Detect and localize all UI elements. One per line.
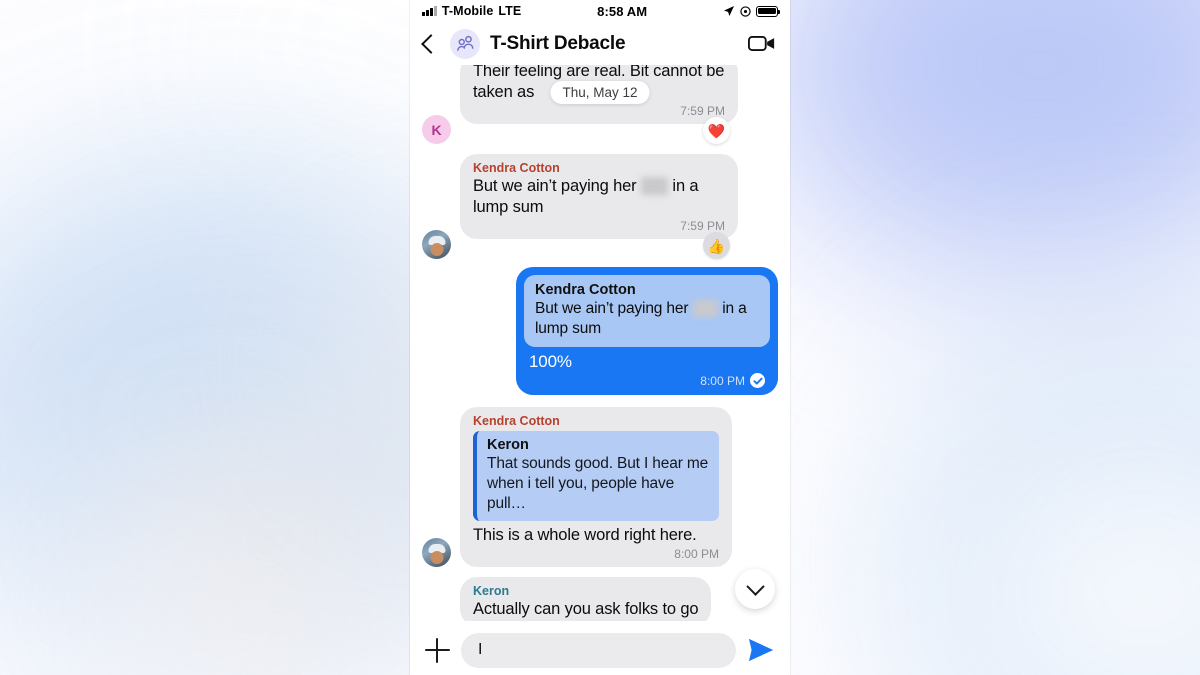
avatar[interactable] — [422, 230, 451, 259]
reaction-badge[interactable]: 👍 — [703, 232, 730, 259]
back-chevron-icon[interactable] — [421, 33, 441, 54]
message-column: Kendra Cotton Keron That sounds good. Bu… — [460, 407, 732, 567]
message-row: Kendra Cotton But we ain’t paying her sh… — [410, 267, 790, 395]
message-column: Kendra Cotton But we ain’t paying her sh… — [460, 154, 738, 259]
phone-screenshot: T-Mobile LTE 8:58 AM T-Shirt Debacle Thu… — [410, 0, 790, 675]
avatar[interactable] — [422, 538, 451, 567]
signal-bars-icon — [422, 6, 437, 16]
group-avatar[interactable] — [450, 28, 480, 59]
status-bar-clock: 8:58 AM — [597, 3, 648, 19]
network-label: LTE — [498, 4, 522, 18]
chat-header: T-Shirt Debacle — [410, 22, 790, 65]
quoted-sender: Keron — [487, 437, 529, 453]
redacted-word: shit — [692, 300, 719, 317]
status-bar: T-Mobile LTE 8:58 AM — [410, 0, 790, 22]
status-bar-left: T-Mobile LTE — [422, 4, 521, 18]
message-text: Actually can you ask folks to go — [473, 600, 699, 618]
quoted-text: But we ain’t paying her shit in a lump s… — [535, 299, 759, 339]
message-body: 100% 8:00 PM — [516, 347, 778, 395]
quoted-message[interactable]: Kendra Cotton But we ain’t paying her sh… — [524, 275, 770, 347]
message-sender: Kendra Cotton — [473, 414, 560, 428]
message-bubble[interactable]: Kendra Cotton Keron That sounds good. Bu… — [460, 407, 732, 567]
message-row: Keron Actually can you ask folks to go — [410, 577, 790, 621]
message-timestamp: 8:00 PM — [529, 373, 765, 388]
quoted-sender: Kendra Cotton — [535, 282, 636, 298]
message-sender: Keron — [473, 584, 510, 598]
message-row: Kendra Cotton But we ain’t paying her sh… — [410, 154, 790, 259]
reaction-badge[interactable]: ❤️ — [703, 117, 730, 144]
message-row: Kendra Cotton Keron That sounds good. Bu… — [410, 407, 790, 567]
message-text: But we ain’t paying her shit in a lump s… — [473, 176, 725, 218]
redacted-word: shit — [640, 177, 668, 195]
timestamp-label: 8:00 PM — [700, 373, 745, 388]
message-column: Keron Actually can you ask folks to go — [460, 577, 712, 621]
location-arrow-icon — [724, 6, 734, 16]
video-camera-icon[interactable] — [748, 34, 776, 53]
message-composer — [410, 621, 790, 675]
date-separator: Thu, May 12 — [550, 81, 650, 104]
message-text: 100% — [529, 352, 572, 371]
message-sender: Kendra Cotton — [473, 161, 560, 175]
check-circle-icon — [750, 373, 765, 388]
avatar[interactable]: K — [422, 115, 451, 144]
message-bubble[interactable]: Kendra Cotton But we ain’t paying her sh… — [460, 154, 738, 239]
message-thread[interactable]: Thu, May 12 K Their feeling are real. Bi… — [410, 65, 790, 621]
carrier-label: T-Mobile — [441, 4, 494, 18]
chevron-down-icon — [745, 576, 765, 596]
page-title: T-Shirt Debacle — [490, 32, 626, 54]
message-bubble[interactable]: Keron Actually can you ask folks to go — [460, 577, 712, 621]
message-timestamp: 8:00 PM — [674, 547, 719, 561]
message-text-before: But we ain’t paying her — [473, 177, 641, 195]
message-timestamp: 7:59 PM — [680, 104, 725, 118]
scroll-to-bottom-button[interactable] — [735, 569, 775, 609]
message-column: Kendra Cotton But we ain’t paying her sh… — [516, 267, 778, 395]
quoted-text-before: But we ain’t paying her — [535, 300, 693, 317]
background-blob — [120, 420, 420, 650]
quoted-text: That sounds good. But I hear me when i t… — [487, 455, 709, 512]
quoted-message[interactable]: Keron That sounds good. But I hear me wh… — [473, 431, 719, 521]
group-people-icon — [456, 35, 473, 52]
message-input[interactable] — [461, 632, 736, 668]
status-bar-right — [723, 5, 781, 17]
battery-icon — [756, 5, 781, 17]
send-paper-plane-icon[interactable] — [747, 637, 775, 663]
message-bubble[interactable]: Kendra Cotton But we ain’t paying her sh… — [516, 267, 778, 395]
message-text: This is a whole word right here. — [473, 526, 697, 544]
plus-icon[interactable] — [425, 637, 450, 663]
message-timestamp: 7:59 PM — [680, 219, 725, 233]
alarm-icon — [740, 5, 751, 17]
